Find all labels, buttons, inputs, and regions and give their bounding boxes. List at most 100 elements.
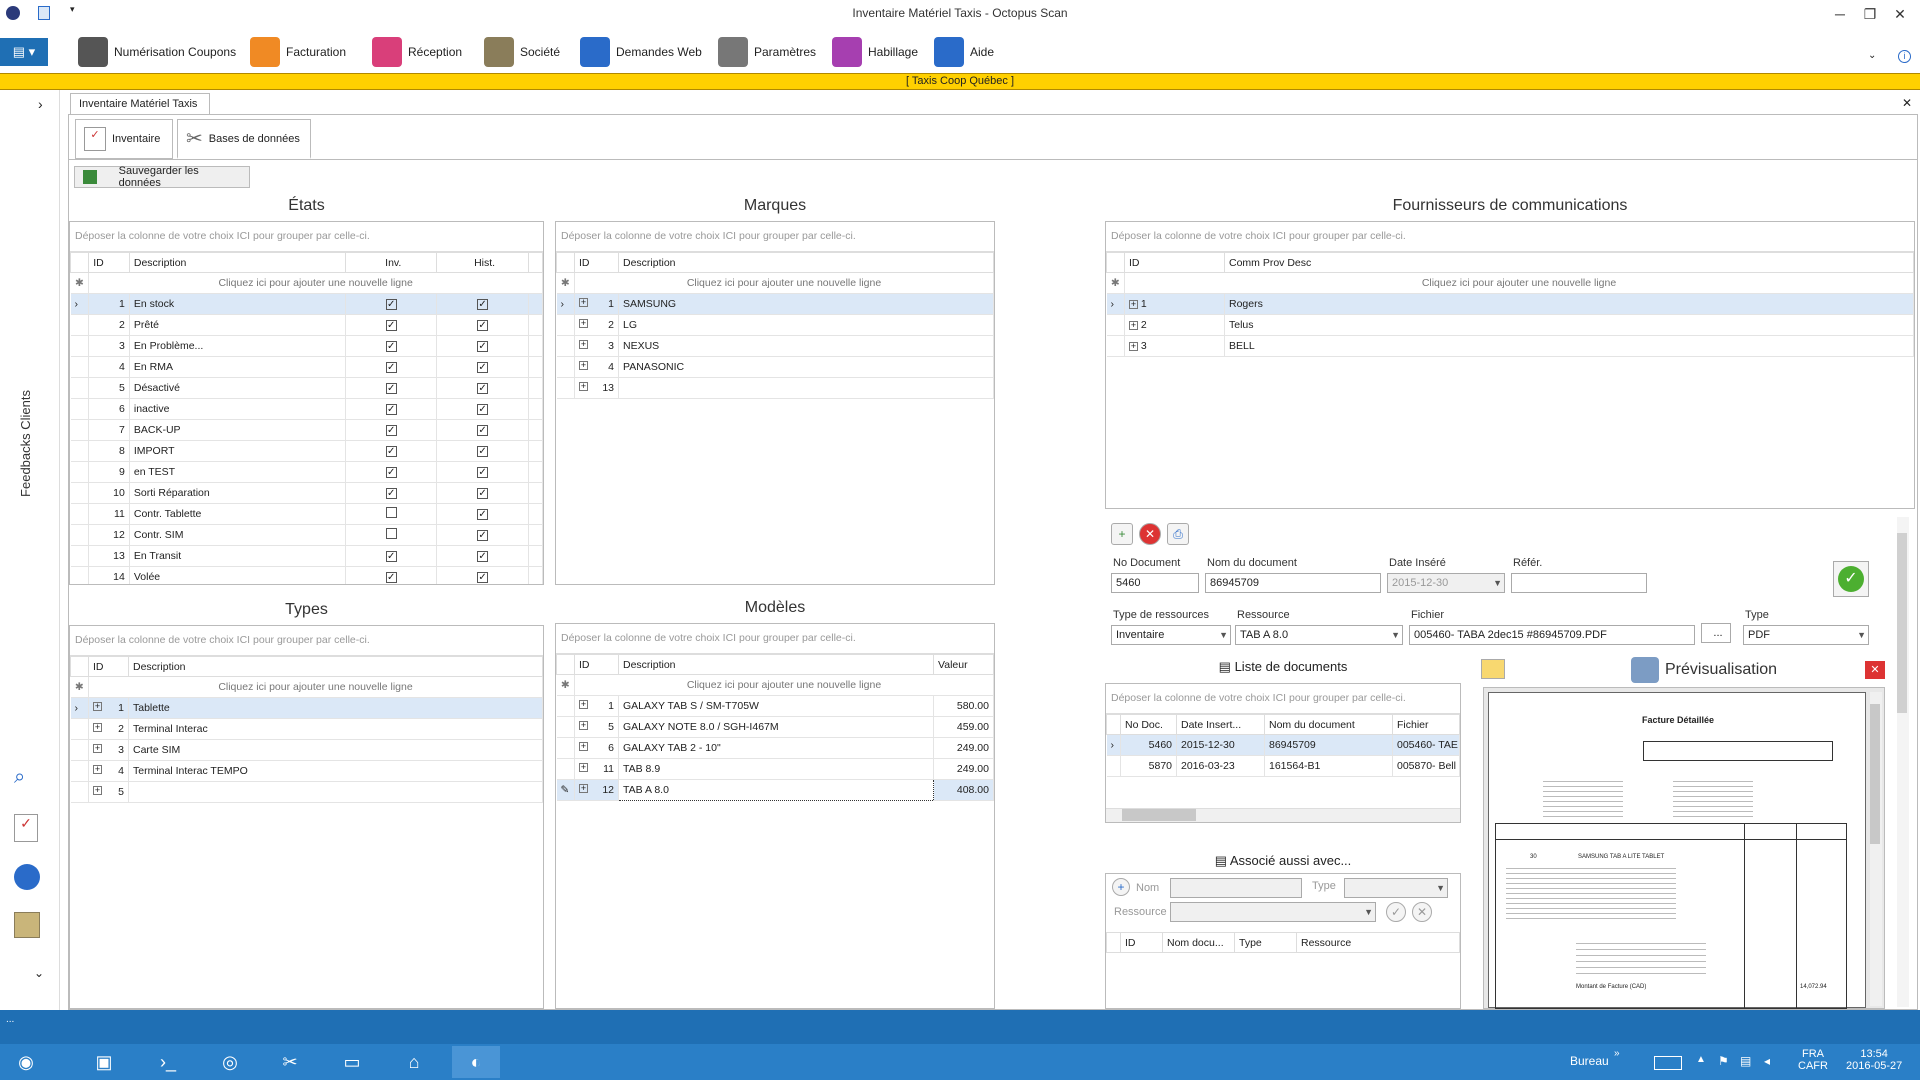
col-description[interactable]: Description bbox=[128, 656, 543, 677]
powershell-icon[interactable]: ›_ bbox=[144, 1046, 192, 1078]
confirm-button[interactable]: ✓ bbox=[1833, 561, 1869, 597]
col-id[interactable]: ID bbox=[1120, 932, 1163, 953]
table-row[interactable]: +2 LG bbox=[556, 314, 994, 336]
group-hint[interactable]: Déposer la colonne de votre choix ICI po… bbox=[70, 626, 543, 656]
expand-icon[interactable]: + bbox=[579, 700, 588, 709]
table-row[interactable]: +2 Terminal Interac bbox=[70, 718, 543, 740]
hist-checkbox[interactable]: ✓ bbox=[477, 404, 489, 415]
add-new-row[interactable]: ✱ Cliquez ici pour ajouter une nouvelle l… bbox=[556, 272, 994, 294]
expand-icon[interactable]: + bbox=[93, 744, 102, 753]
inv-checkbox[interactable]: ✓ bbox=[385, 467, 397, 478]
no-document-field[interactable]: 5460 bbox=[1111, 573, 1199, 593]
table-row[interactable]: › +1 Tablette bbox=[70, 697, 543, 719]
table-row[interactable]: ✎ +12 TAB A 8.0 408.00 bbox=[556, 779, 994, 801]
hist-checkbox[interactable]: ✓ bbox=[477, 467, 489, 478]
close-document-icon[interactable]: ✕ bbox=[1902, 96, 1912, 110]
hist-checkbox[interactable]: ✓ bbox=[477, 383, 489, 394]
table-row[interactable]: 5 Désactivé ✓ ✓ bbox=[70, 377, 543, 399]
add-new-row[interactable]: ✱ Cliquez ici pour ajouter une nouvelle l… bbox=[1106, 272, 1914, 294]
inv-checkbox[interactable]: ✓ bbox=[385, 488, 397, 499]
add-association-icon[interactable]: + bbox=[1112, 878, 1130, 896]
nom-document-field[interactable]: 86945709 bbox=[1205, 573, 1381, 593]
chrome-icon[interactable]: ◎ bbox=[206, 1046, 254, 1078]
table-row[interactable]: 12 Contr. SIM ✓ bbox=[70, 524, 543, 546]
fichier-field[interactable]: 005460- TABA 2dec15 #86945709.PDF bbox=[1409, 625, 1695, 645]
ribbon-4[interactable]: Demandes Web bbox=[580, 36, 702, 68]
col-hist[interactable]: Hist. bbox=[436, 252, 529, 273]
col-description[interactable]: Description bbox=[618, 654, 934, 675]
hist-checkbox[interactable]: ✓ bbox=[477, 488, 489, 499]
table-row[interactable]: 2 Prêté ✓ ✓ bbox=[70, 314, 543, 336]
restore-icon[interactable]: ❐ bbox=[1855, 4, 1885, 24]
inv-checkbox[interactable] bbox=[385, 507, 397, 518]
expand-icon[interactable]: + bbox=[1129, 321, 1138, 330]
col-id[interactable]: ID bbox=[88, 252, 130, 273]
hist-checkbox[interactable]: ✓ bbox=[477, 320, 489, 331]
col-comm-prov[interactable]: Comm Prov Desc bbox=[1224, 252, 1914, 273]
col-id[interactable]: ID bbox=[1124, 252, 1225, 273]
volume-icon[interactable]: ◂ bbox=[1764, 1054, 1770, 1068]
tab-bases-de-donnees[interactable]: ✂ Bases de données bbox=[177, 119, 311, 159]
row-description[interactable]: En RMA bbox=[129, 356, 347, 378]
tools-icon[interactable]: ✂ bbox=[266, 1046, 314, 1078]
row-description[interactable]: Terminal Interac TEMPO bbox=[128, 760, 543, 782]
table-row[interactable]: +5 bbox=[70, 781, 543, 803]
table-row[interactable]: 8 IMPORT ✓ ✓ bbox=[70, 440, 543, 462]
expand-icon[interactable]: + bbox=[93, 765, 102, 774]
expand-icon[interactable]: + bbox=[579, 298, 588, 307]
document-tab[interactable]: Inventaire Matériel Taxis bbox=[70, 93, 210, 115]
table-row[interactable]: 6 inactive ✓ ✓ bbox=[70, 398, 543, 420]
preview-scrollbar[interactable] bbox=[1870, 692, 1882, 1006]
col-id[interactable]: ID bbox=[574, 252, 619, 273]
add-new-row[interactable]: ✱ Cliquez ici pour ajouter une nouvelle l… bbox=[556, 674, 994, 696]
panel-scrollbar[interactable] bbox=[1897, 517, 1909, 1007]
ribbon-2[interactable]: Réception bbox=[372, 36, 462, 68]
row-description[interactable]: LG bbox=[618, 314, 994, 336]
inv-checkbox[interactable]: ✓ bbox=[385, 299, 397, 310]
taskbar-app-icon[interactable]: ▣ bbox=[80, 1046, 128, 1078]
expand-sidebar-icon[interactable]: › bbox=[38, 96, 43, 112]
table-row[interactable]: +6 GALAXY TAB 2 - 10" 249.00 bbox=[556, 737, 994, 759]
type-select[interactable]: PDF ▼ bbox=[1743, 625, 1869, 645]
table-row[interactable]: › + 1 Rogers bbox=[1106, 293, 1914, 315]
tab-inventaire[interactable]: ✓ Inventaire bbox=[75, 119, 173, 159]
hist-checkbox[interactable]: ✓ bbox=[477, 299, 489, 310]
table-row[interactable]: 11 Contr. Tablette ✓ bbox=[70, 503, 543, 525]
hist-checkbox[interactable]: ✓ bbox=[477, 572, 489, 583]
expand-icon[interactable]: + bbox=[579, 340, 588, 349]
ribbon-collapse-icon[interactable]: ⌄ bbox=[1868, 50, 1876, 61]
add-new-row[interactable]: ✱ Cliquez ici pour ajouter une nouvelle l… bbox=[70, 272, 543, 294]
table-row[interactable]: +5 GALAXY NOTE 8.0 / SGH-I467M 459.00 bbox=[556, 716, 994, 738]
scan-document-icon[interactable]: ⎙ bbox=[1167, 523, 1189, 545]
scroll-thumb[interactable] bbox=[1122, 809, 1196, 821]
expand-icon[interactable]: + bbox=[579, 742, 588, 751]
globe-icon[interactable] bbox=[14, 864, 40, 890]
hist-checkbox[interactable]: ✓ bbox=[477, 446, 489, 457]
col-inv[interactable]: Inv. bbox=[345, 252, 438, 273]
row-description[interactable] bbox=[618, 377, 994, 399]
network-status-icon[interactable]: ▤ bbox=[1740, 1054, 1751, 1068]
row-description[interactable]: Sorti Réparation bbox=[129, 482, 347, 504]
delete-document-icon[interactable]: ✕ bbox=[1139, 523, 1161, 545]
table-row[interactable]: +4 Terminal Interac TEMPO bbox=[70, 760, 543, 782]
clock[interactable]: 13:54 2016-05-27 bbox=[1846, 1048, 1902, 1072]
row-description[interactable]: Prêté bbox=[129, 314, 347, 336]
ribbon-3[interactable]: Société bbox=[484, 36, 560, 68]
table-row[interactable]: 9 en TEST ✓ ✓ bbox=[70, 461, 543, 483]
table-row[interactable]: +3 Carte SIM bbox=[70, 739, 543, 761]
reference-field[interactable] bbox=[1511, 573, 1647, 593]
ribbon-5[interactable]: Paramètres bbox=[718, 36, 816, 68]
inv-checkbox[interactable]: ✓ bbox=[385, 446, 397, 457]
row-description[interactable]: en TEST bbox=[129, 461, 347, 483]
group-hint[interactable]: Déposer la colonne de votre choix ICI po… bbox=[1106, 222, 1914, 252]
col-no-doc[interactable]: No Doc. bbox=[1120, 714, 1177, 735]
row-description[interactable]: Tablette bbox=[128, 697, 543, 719]
hist-checkbox[interactable]: ✓ bbox=[477, 530, 489, 541]
inv-checkbox[interactable]: ✓ bbox=[385, 425, 397, 436]
tray-expand-icon[interactable]: ▲ bbox=[1696, 1054, 1706, 1065]
ribbon-0[interactable]: Numérisation Coupons bbox=[78, 36, 236, 68]
group-hint[interactable]: Déposer la colonne de votre choix ICI po… bbox=[556, 222, 994, 252]
row-description[interactable]: Rogers bbox=[1224, 293, 1914, 315]
row-description[interactable]: TAB 8.9 bbox=[618, 758, 934, 780]
col-date-insert[interactable]: Date Insert... bbox=[1176, 714, 1265, 735]
